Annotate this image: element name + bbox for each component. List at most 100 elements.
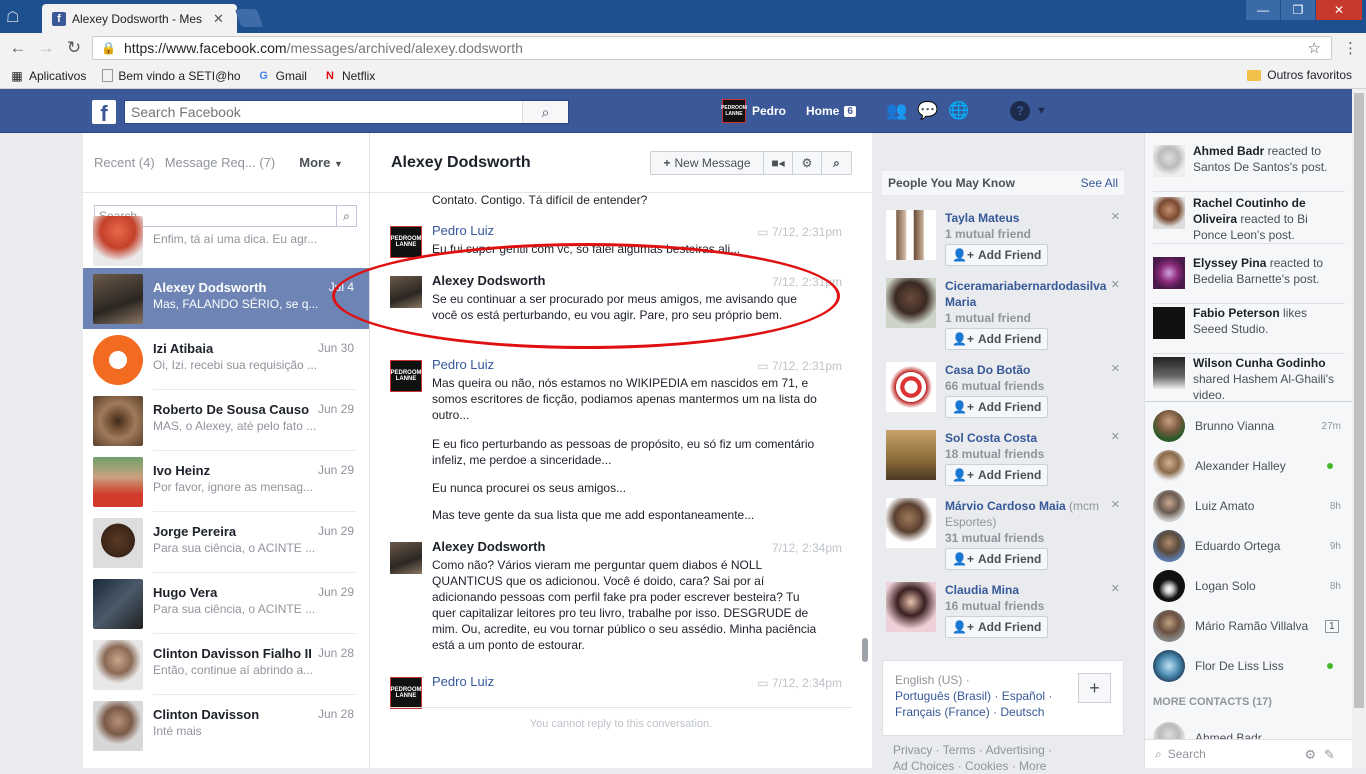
thread-item[interactable]: Hugo Vera Jun 29 Para sua ciência, o ACI… (83, 573, 369, 634)
language-links[interactable]: Français (France) · Deutsch (895, 704, 1111, 720)
mutual-friends[interactable]: 16 mutual friends (945, 598, 1110, 614)
sender-name[interactable]: Alexey Dodsworth (432, 539, 545, 554)
person-name[interactable]: Claudia Mina (945, 583, 1019, 597)
chat-contact[interactable]: Mário Ramão Villalva 1 (1153, 606, 1343, 646)
thread-item[interactable]: Clinton Davisson Fialho II Jun 28 Então,… (83, 634, 369, 695)
facebook-logo-icon[interactable]: f (92, 100, 116, 124)
browser-tab[interactable]: f Alexey Dodsworth - Mes ✕ (42, 4, 237, 33)
mutual-friends[interactable]: 31 mutual friends (945, 530, 1110, 546)
forward-icon[interactable]: → (32, 38, 60, 58)
close-icon[interactable]: ✕ (1111, 582, 1120, 595)
chat-contact[interactable]: Brunno Vianna 27m (1153, 406, 1343, 446)
bookmark-apps[interactable]: ▦ Aplicativos (10, 69, 86, 83)
add-friend-button[interactable]: 👤+ Add Friend (945, 548, 1049, 570)
tab-recent[interactable]: Recent (4) (94, 155, 155, 170)
bookmark-seti[interactable]: Bem vindo a SETI@ho (102, 69, 241, 83)
timestamp-text: 7/12, 2:34pm (771, 676, 842, 690)
person-name[interactable]: Márvio Cardoso Maia (945, 499, 1066, 513)
thread-item[interactable]: Roberto De Sousa Causo Jun 29 MAS, o Ale… (83, 390, 369, 451)
chat-contact[interactable]: Eduardo Ortega 9h (1153, 526, 1343, 566)
bookmark-star-icon[interactable]: ☆ (1308, 39, 1321, 57)
video-call-icon[interactable]: ■◂ (764, 152, 793, 174)
search-icon[interactable]: ⌕ (522, 101, 568, 123)
thread-item[interactable]: Izi Atibaia Jun 30 Oi, Izi. recebi sua r… (83, 329, 369, 390)
person-avatar[interactable] (886, 210, 936, 260)
thread-item[interactable]: Ivo Heinz Jun 29 Por favor, ignore as me… (83, 451, 369, 512)
person-name[interactable]: Casa Do Botão (945, 363, 1030, 377)
mutual-friends[interactable]: 66 mutual friends (945, 378, 1110, 394)
footer-line[interactable]: Ad Choices · Cookies · More (893, 758, 1123, 774)
messages-icon[interactable]: 💬 (917, 101, 938, 121)
page-scrollbar[interactable] (1352, 89, 1366, 768)
see-all-link[interactable]: See All (1081, 176, 1118, 190)
person-name[interactable]: Sol Costa Costa (945, 431, 1037, 445)
close-icon[interactable]: ✕ (1111, 362, 1120, 375)
new-tab-button[interactable] (234, 9, 264, 27)
compose-icon[interactable]: ✎ (1324, 747, 1343, 762)
add-friend-button[interactable]: 👤+ Add Friend (945, 244, 1049, 266)
sender-name[interactable]: Alexey Dodsworth (432, 273, 545, 288)
add-language-button[interactable]: + (1078, 673, 1111, 703)
person-name[interactable]: Tayla Mateus (945, 211, 1019, 225)
new-message-button[interactable]: + New Message (651, 152, 764, 174)
thread-item[interactable]: Enfim, tá aí uma dica. Eu agr... (83, 216, 369, 273)
chat-contact[interactable]: Logan Solo 8h (1153, 566, 1343, 606)
gear-icon[interactable]: ⚙ (1304, 747, 1324, 762)
close-icon[interactable]: ✕ (1111, 210, 1120, 223)
gear-icon[interactable]: ⚙ (793, 152, 822, 174)
more-dropdown[interactable]: More ▼ (299, 155, 343, 170)
thread-item[interactable]: Clinton Davisson Jun 28 Inté mais (83, 695, 369, 756)
chat-search-input[interactable]: ⌕ Search ⚙✎ (1145, 739, 1352, 768)
person-avatar[interactable] (886, 582, 936, 632)
add-friend-button[interactable]: 👤+ Add Friend (945, 328, 1049, 350)
person-avatar[interactable] (886, 498, 936, 548)
close-icon[interactable]: ✕ (1111, 278, 1120, 291)
notifications-globe-icon[interactable]: 🌐 (948, 101, 969, 121)
chat-contact[interactable]: Alexander Halley (1153, 446, 1343, 486)
sender-name[interactable]: Pedro Luiz (432, 674, 494, 689)
close-icon[interactable]: ✕ (1111, 498, 1120, 511)
sender-name[interactable]: Pedro Luiz (432, 223, 494, 238)
person-name[interactable]: Ciceramariabernardodasilva Maria (945, 279, 1106, 309)
footer-line[interactable]: Privacy · Terms · Advertising · (893, 742, 1123, 758)
reload-icon[interactable]: ↻ (60, 38, 88, 58)
help-icon: ? (1010, 101, 1030, 121)
person-avatar[interactable] (886, 430, 936, 480)
search-icon[interactable]: ⌕ (822, 152, 851, 174)
minimize-icon[interactable]: — (1246, 0, 1280, 20)
facebook-search-input[interactable] (125, 101, 525, 123)
close-window-icon[interactable]: ✕ (1316, 0, 1362, 20)
mutual-friends[interactable]: 1 mutual friend (945, 226, 1110, 242)
other-bookmarks[interactable]: Outros favoritos (1247, 68, 1352, 82)
help-menu[interactable]: ? ▼ (1010, 101, 1047, 121)
close-icon[interactable]: ✕ (1111, 430, 1120, 443)
add-friend-button[interactable]: 👤+ Add Friend (945, 396, 1049, 418)
person-avatar[interactable] (886, 278, 936, 328)
page-scrollbar-thumb[interactable] (1354, 93, 1364, 708)
bookmark-gmail[interactable]: G Gmail (257, 69, 307, 83)
conversation-scrollbar[interactable] (862, 638, 868, 662)
back-icon[interactable]: ← (4, 38, 32, 58)
restore-icon[interactable]: ❐ (1281, 0, 1315, 20)
address-bar[interactable]: 🔒 https://www.facebook.com/messages/arch… (92, 36, 1332, 60)
browser-menu-icon[interactable]: ⋮ (1343, 39, 1358, 57)
person-avatar[interactable] (886, 362, 936, 412)
friend-requests-icon[interactable]: 👥 (886, 101, 907, 121)
thread-item-selected[interactable]: Alexey Dodsworth Jul 4 Mas, FALANDO SÉRI… (83, 268, 369, 329)
profile-link[interactable]: PEDROOM LANNE Pedro (721, 99, 786, 123)
tab-close-icon[interactable]: ✕ (213, 11, 224, 27)
mutual-friends[interactable]: 1 mutual friend (945, 310, 1110, 326)
chat-contact[interactable]: Flor De Liss Liss (1153, 646, 1343, 686)
thread-item[interactable]: Jorge Pereira Jun 29 Para sua ciência, o… (83, 512, 369, 573)
add-friend-button[interactable]: 👤+ Add Friend (945, 464, 1049, 486)
mutual-friends[interactable]: 18 mutual friends (945, 446, 1110, 462)
thread-avatar (93, 701, 143, 751)
online-status-dot (1327, 463, 1333, 469)
search-icon[interactable]: ⌕ (336, 206, 356, 226)
home-link[interactable]: Home 6 (806, 104, 856, 118)
sender-name[interactable]: Pedro Luiz (432, 357, 494, 372)
chat-contact[interactable]: Luiz Amato 8h (1153, 486, 1343, 526)
tab-message-requests[interactable]: Message Req... (7) (165, 155, 276, 170)
add-friend-button[interactable]: 👤+ Add Friend (945, 616, 1049, 638)
bookmark-netflix[interactable]: N Netflix (323, 69, 375, 83)
